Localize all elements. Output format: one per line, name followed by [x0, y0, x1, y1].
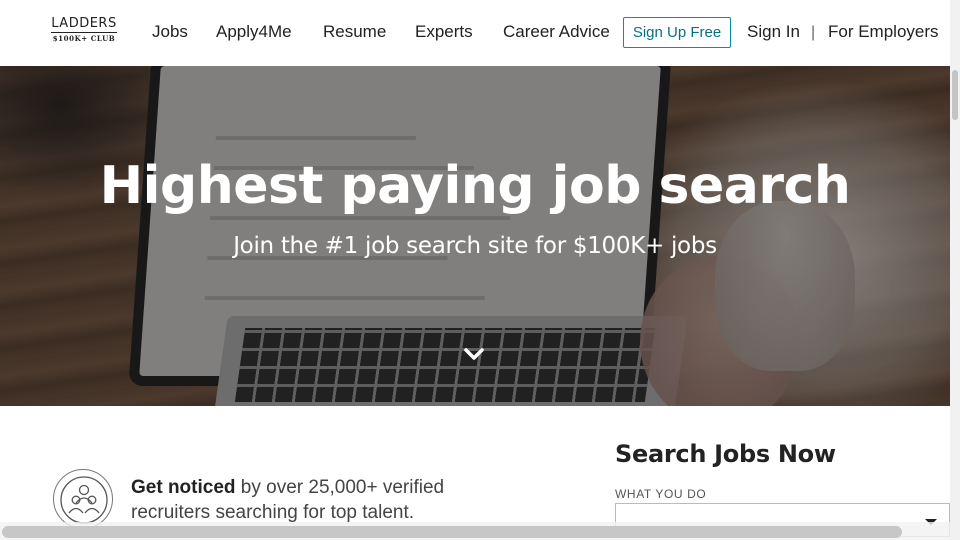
people-group-icon	[53, 469, 113, 529]
nav-career-advice-link[interactable]: Career Advice	[503, 22, 610, 42]
sign-up-free-button[interactable]: Sign Up Free	[623, 17, 731, 48]
for-employers-link[interactable]: For Employers	[828, 22, 939, 42]
vertical-scrollbar-thumb[interactable]	[952, 70, 958, 120]
horizontal-scrollbar-thumb[interactable]	[2, 526, 902, 538]
page: LADDERS $100K+ CLUB Jobs Apply4Me Resume…	[0, 0, 960, 540]
what-you-do-label: WHAT YOU DO	[615, 487, 707, 501]
search-jobs-title: Search Jobs Now	[615, 440, 836, 468]
nav-experts-link[interactable]: Experts	[415, 22, 473, 42]
logo-tagline: $100K+ CLUB	[52, 34, 116, 43]
nav-apply4me-link[interactable]: Apply4Me	[216, 22, 292, 42]
hero-title: Highest paying job search	[99, 156, 851, 216]
nav-divider: |	[811, 24, 816, 41]
nav-resume-link[interactable]: Resume	[323, 22, 386, 42]
logo-wordmark: LADDERS	[51, 16, 117, 31]
get-noticed-bold: Get noticed	[131, 477, 236, 498]
logo-rule	[51, 32, 117, 33]
hero-subtitle: Join the #1 job search site for $100K+ j…	[233, 233, 717, 259]
get-noticed-text: Get noticed by over 25,000+ verified rec…	[131, 475, 511, 525]
chevron-down-icon[interactable]	[464, 344, 484, 364]
hero-banner: Highest paying job search Join the #1 jo…	[0, 66, 950, 406]
sign-in-link[interactable]: Sign In	[747, 22, 800, 42]
ladders-logo[interactable]: LADDERS $100K+ CLUB	[49, 16, 119, 46]
site-header: LADDERS $100K+ CLUB Jobs Apply4Me Resume…	[0, 0, 950, 66]
nav-jobs-link[interactable]: Jobs	[152, 22, 188, 42]
